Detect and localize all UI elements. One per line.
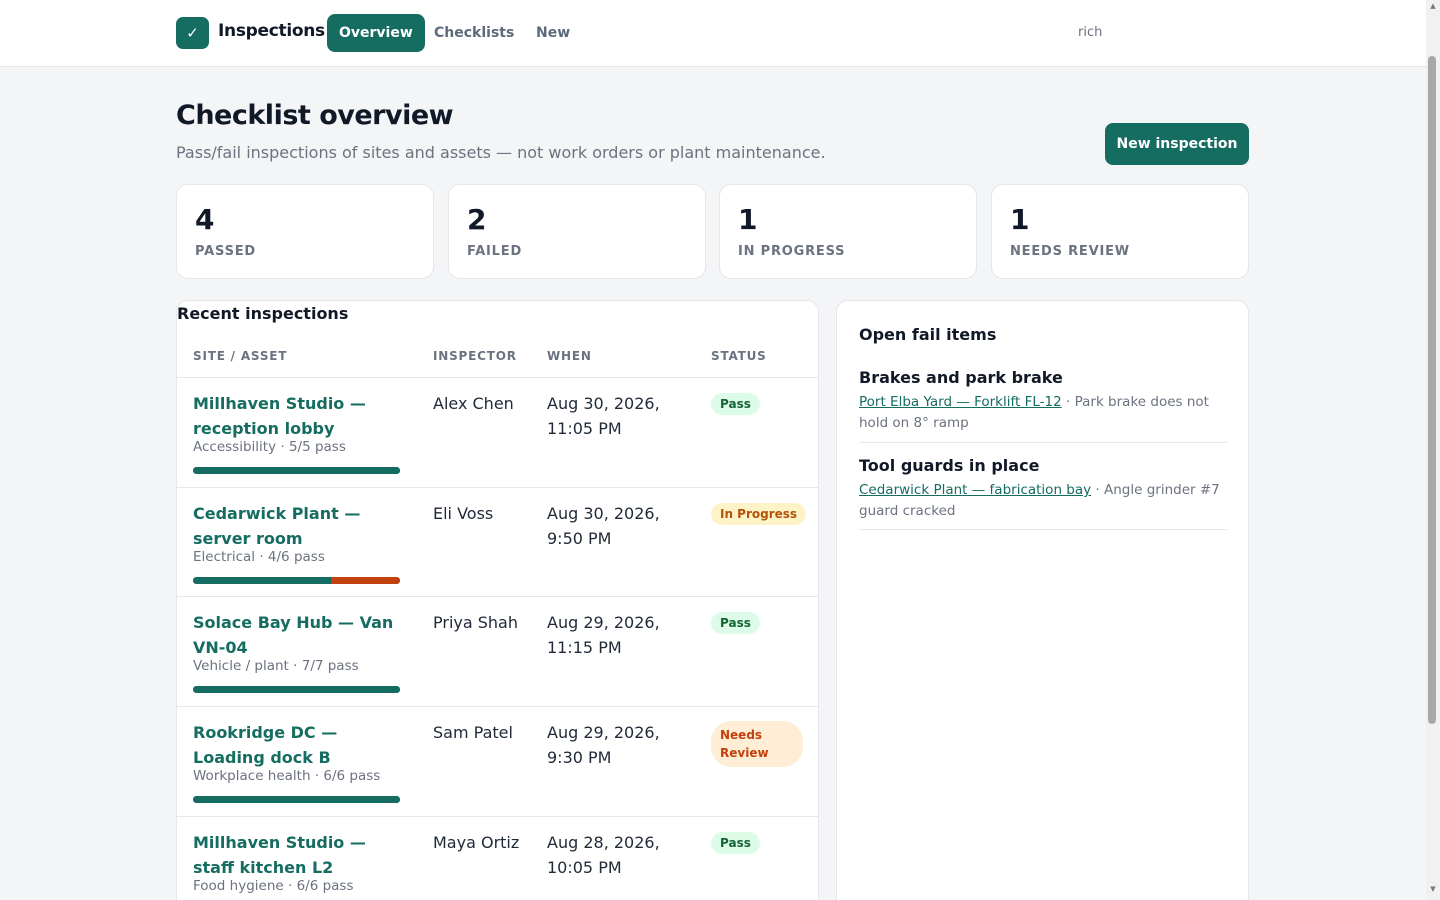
fail-item: Tool guards in place Cedarwick Plant — f… (859, 456, 1227, 530)
app-name[interactable]: Inspections (218, 21, 325, 41)
inspector-name: Priya Shah (433, 613, 518, 632)
fail-item: Brakes and park brake Port Elba Yard — F… (859, 368, 1227, 443)
open-fail-items-panel: Open fail items Brakes and park brake Po… (836, 300, 1249, 900)
site-meta: Accessibility · 5/5 pass (193, 439, 346, 455)
inspector-name: Alex Chen (433, 394, 514, 413)
page-title: Checklist overview (176, 100, 454, 131)
page-subtitle: Pass/fail inspections of sites and asset… (176, 143, 826, 162)
stat-label: NEEDS REVIEW (1010, 244, 1130, 259)
scrollbar-thumb[interactable] (1428, 56, 1436, 724)
pass-progress-bar (193, 686, 400, 693)
column-header-when: WHEN (547, 349, 592, 363)
table-row[interactable]: Millhaven Studio — reception lobby Acces… (177, 377, 818, 487)
site-meta: Workplace health · 6/6 pass (193, 768, 381, 784)
site-link[interactable]: Millhaven Studio — staff kitchen L2 (193, 831, 408, 880)
site-meta: Food hygiene · 6/6 pass (193, 878, 354, 894)
status-badge: Pass (711, 393, 760, 415)
inspector-name: Maya Ortiz (433, 833, 520, 852)
stat-label: PASSED (195, 244, 257, 259)
site-meta: Vehicle / plant · 7/7 pass (193, 658, 359, 674)
scroll-up-icon[interactable]: ▲ (1428, 2, 1438, 10)
stat-label: FAILED (467, 244, 523, 259)
inspection-time: Aug 29, 2026, 9:30 PM (547, 723, 660, 767)
inspection-time: Aug 29, 2026, 11:15 PM (547, 613, 660, 657)
tab-overview[interactable]: Overview (327, 14, 425, 52)
site-link[interactable]: Rookridge DC — Loading dock B (193, 721, 408, 770)
stat-card-passed: 4 PASSED (176, 184, 434, 279)
site-meta: Electrical · 4/6 pass (193, 549, 325, 565)
stat-value: 1 (1010, 203, 1030, 236)
table-row[interactable]: Millhaven Studio — staff kitchen L2 Food… (177, 816, 818, 900)
fail-item-asset-link[interactable]: Cedarwick Plant — fabrication bay (859, 482, 1091, 498)
site-link[interactable]: Solace Bay Hub — Van VN-04 (193, 611, 408, 660)
status-badge: In Progress (711, 503, 807, 525)
inspector-name: Sam Patel (433, 723, 513, 742)
fail-item-description: Port Elba Yard — Forklift FL-12 · Park b… (859, 392, 1227, 433)
status-badge: Needs Review (711, 721, 803, 767)
pass-progress-bar (193, 796, 400, 803)
fail-item-title: Tool guards in place (859, 456, 1040, 475)
table-row[interactable]: Cedarwick Plant — server room Electrical… (177, 487, 818, 597)
fail-item-title: Brakes and park brake (859, 368, 1063, 387)
inspection-time: Aug 30, 2026, 11:05 PM (547, 394, 660, 438)
pass-progress-bar (193, 467, 400, 474)
stat-label: IN PROGRESS (738, 244, 846, 259)
site-link[interactable]: Millhaven Studio — reception lobby (193, 392, 408, 441)
scroll-down-icon[interactable]: ▼ (1428, 885, 1438, 893)
inspection-time: Aug 30, 2026, 9:50 PM (547, 504, 660, 548)
stat-value: 1 (738, 203, 758, 236)
checkmark-icon: ✓ (176, 17, 209, 49)
top-bar: ✓ Inspections Overview Checklists New ri… (0, 0, 1426, 67)
new-inspection-button[interactable]: New inspection (1105, 123, 1249, 165)
user-name[interactable]: rich (1078, 25, 1102, 40)
tab-checklists[interactable]: Checklists (422, 14, 526, 52)
site-link[interactable]: Cedarwick Plant — server room (193, 502, 408, 551)
inspector-name: Eli Voss (433, 504, 494, 523)
column-header-site: SITE / ASSET (193, 349, 288, 363)
status-badge: Pass (711, 832, 760, 854)
table-row[interactable]: Rookridge DC — Loading dock B Workplace … (177, 706, 818, 816)
stat-card-in-progress: 1 IN PROGRESS (719, 184, 977, 279)
recent-inspections-title: Recent inspections (177, 304, 349, 323)
recent-inspections-panel: Recent inspections SITE / ASSET INSPECTO… (176, 300, 819, 900)
inspection-time: Aug 28, 2026, 10:05 PM (547, 833, 660, 877)
stat-value: 4 (195, 203, 215, 236)
status-badge: Pass (711, 612, 760, 634)
fail-item-description: Cedarwick Plant — fabrication bay · Angl… (859, 480, 1227, 521)
column-header-inspector: INSPECTOR (433, 349, 517, 363)
column-header-status: STATUS (711, 349, 767, 363)
stat-card-needs-review: 1 NEEDS REVIEW (991, 184, 1249, 279)
stat-card-failed: 2 FAILED (448, 184, 706, 279)
stat-value: 2 (467, 203, 487, 236)
fail-item-asset-link[interactable]: Port Elba Yard — Forklift FL-12 (859, 394, 1062, 410)
open-fail-items-title: Open fail items (859, 325, 997, 344)
pass-progress-bar (193, 577, 400, 584)
tab-new[interactable]: New (524, 14, 582, 52)
table-row[interactable]: Solace Bay Hub — Van VN-04 Vehicle / pla… (177, 596, 818, 706)
